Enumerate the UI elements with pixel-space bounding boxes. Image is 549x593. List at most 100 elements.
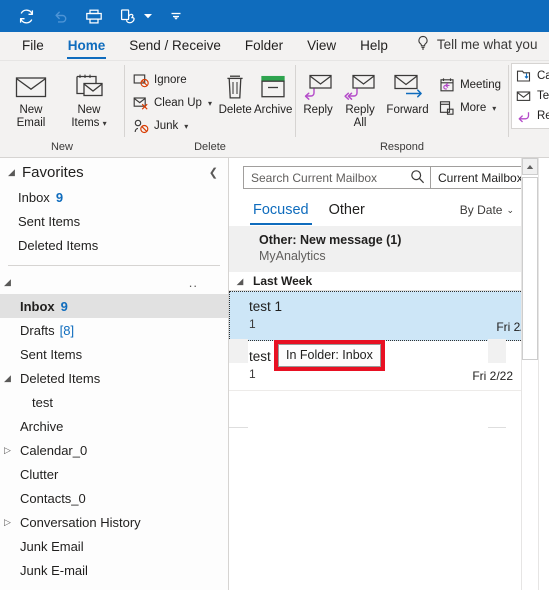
scrollbar-thumb[interactable] [522, 177, 538, 360]
more-caret-icon[interactable]: ▾ [492, 104, 496, 113]
junk-button[interactable]: Junk ▾ [127, 115, 217, 137]
tab-help[interactable]: Help [348, 34, 400, 60]
placeholder-block-left [229, 339, 248, 363]
sort-by-date-label: By Date [459, 203, 503, 217]
ribbon-group-quick-steps-label [511, 140, 547, 157]
deleted-items-expander-icon[interactable]: ◢ [4, 373, 18, 384]
new-items-caret-icon[interactable]: ▾ [100, 119, 107, 128]
group-header-label: Last Week [253, 274, 313, 288]
scroll-up-button[interactable] [522, 158, 538, 175]
new-email-label-1: New [19, 104, 43, 116]
touch-mode-icon[interactable] [118, 6, 138, 26]
favorite-item-deleted-items[interactable]: Deleted Items [0, 233, 228, 257]
reading-pane-edge [538, 158, 549, 590]
ribbon: New Email New Items ▾ New Ignore Clean U… [0, 61, 549, 158]
print-icon[interactable] [84, 6, 104, 26]
sidebar-sent-items-label: Sent Items [20, 346, 83, 362]
tell-me-search[interactable]: Tell me what you [400, 32, 537, 60]
tab-focused[interactable]: Focused [246, 200, 316, 226]
conversation-history-expander-icon[interactable]: ▷ [4, 517, 18, 528]
tab-home[interactable]: Home [56, 34, 118, 60]
message-list-pane: Search Current Mailbox Current Mailbox ▾… [229, 158, 549, 590]
main-area: ◢ Favorites ❮ Inbox 9 Sent Items Deleted… [0, 158, 549, 590]
sidebar-item-junk-e-mail[interactable]: Junk E-mail [0, 558, 228, 582]
meeting-button[interactable]: Meeting [433, 74, 506, 96]
favorite-item-inbox[interactable]: Inbox 9 [0, 185, 228, 209]
reply-button[interactable]: Reply [298, 66, 338, 117]
favorites-title: Favorites [22, 164, 84, 181]
quick-steps-gallery: Ca Te [511, 63, 549, 129]
message-list-scrollbar[interactable] [521, 158, 538, 590]
delete-small-buttons: Ignore Clean Up ▾ Junk ▾ [127, 66, 217, 137]
account-overflow-icon[interactable]: .. [189, 275, 198, 290]
new-items-label-1: New [77, 104, 101, 116]
tab-other[interactable]: Other [322, 200, 372, 226]
table-row[interactable]: test 1 1 Fri 2/22 [229, 291, 549, 341]
sidebar-item-clutter[interactable]: Clutter [0, 462, 228, 486]
clean-up-caret-icon[interactable]: ▾ [208, 99, 212, 108]
new-items-button[interactable]: New Items ▾ [60, 66, 118, 130]
tab-file[interactable]: File [10, 34, 56, 60]
undo-icon[interactable] [50, 6, 70, 26]
archive-button[interactable]: Archive [253, 66, 293, 117]
folder-pane: ◢ Favorites ❮ Inbox 9 Sent Items Deleted… [0, 158, 229, 590]
notice-subtitle: MyAnalytics [259, 249, 326, 263]
sidebar-item-contacts-0[interactable]: Contacts_0 [0, 486, 228, 510]
ribbon-group-delete-label: Delete [194, 141, 226, 153]
ribbon-group-new: New Email New Items ▾ New [0, 61, 124, 157]
sidebar-drafts-count: [8] [59, 322, 75, 338]
quick-step-team-email-label: Te [537, 90, 549, 102]
sidebar-inbox-count: 9 [60, 298, 68, 314]
sidebar-item-junk-email[interactable]: Junk Email [0, 534, 228, 558]
sort-by-date-button[interactable]: By Date ⌄ [460, 203, 514, 217]
calendar-0-expander-icon[interactable]: ▷ [4, 445, 18, 456]
quick-step-reply-delete-button[interactable]: Re [512, 106, 549, 126]
clean-up-button[interactable]: Clean Up ▾ [127, 92, 217, 114]
sidebar-item-deleted-items[interactable]: ◢ Deleted Items [0, 366, 228, 390]
tab-send-receive[interactable]: Send / Receive [117, 34, 233, 60]
send-receive-all-icon[interactable] [16, 6, 36, 26]
sidebar-test-label: test [32, 394, 53, 410]
account-row[interactable]: ◢ .. [0, 270, 228, 294]
group-header-last-week[interactable]: ◢ Last Week [229, 272, 549, 291]
ignore-button[interactable]: Ignore [127, 69, 217, 91]
touch-mode-caret-icon[interactable] [143, 6, 152, 26]
sidebar-item-inbox[interactable]: Inbox 9 [0, 294, 228, 318]
more-button[interactable]: More ▾ [433, 97, 506, 119]
search-icon[interactable] [410, 169, 425, 187]
sidebar-item-drafts[interactable]: Drafts [8] [0, 318, 228, 342]
search-input[interactable]: Search Current Mailbox [243, 166, 431, 189]
delete-label: Delete [218, 104, 252, 116]
quick-step-team-email-button[interactable]: Te [512, 86, 549, 106]
other-new-message-notice[interactable]: Other: New message (1) MyAnalytics [229, 226, 549, 272]
reply-all-button[interactable]: Reply All [338, 66, 382, 130]
sidebar-item-conversation-history[interactable]: ▷ Conversation History [0, 510, 228, 534]
collapse-folder-pane-button[interactable]: ❮ [209, 166, 218, 179]
tab-view[interactable]: View [295, 34, 348, 60]
favorites-header[interactable]: ◢ Favorites [0, 158, 228, 185]
sidebar-item-test[interactable]: test [0, 390, 228, 414]
meeting-icon [438, 77, 455, 94]
sidebar-item-calendar-0[interactable]: ▷ Calendar_0 [0, 438, 228, 462]
sidebar-archive-label: Archive [20, 418, 64, 434]
placeholder-line-right [488, 427, 506, 428]
sidebar-item-archive[interactable]: Archive [0, 414, 228, 438]
sidebar-deleted-items-label: Deleted Items [20, 370, 101, 386]
respond-small-buttons: Meeting More ▾ [433, 66, 506, 119]
sidebar-item-sent-items[interactable]: Sent Items [0, 342, 228, 366]
reply-icon [303, 70, 333, 104]
new-email-button[interactable]: New Email [2, 66, 60, 130]
quick-step-move-to-button[interactable]: Ca [512, 66, 549, 86]
favorite-sent-items-label: Sent Items [18, 213, 81, 229]
focused-other-tabs: Focused Other By Date ⌄ ↑ [229, 194, 549, 226]
customize-quick-access-icon[interactable] [166, 6, 186, 26]
tab-folder[interactable]: Folder [233, 34, 295, 60]
group-expand-triangle-icon: ◢ [237, 276, 244, 286]
ribbon-group-quick-steps: Ca Te [509, 61, 549, 157]
new-email-label-2: Email [16, 117, 46, 129]
favorite-inbox-label: Inbox [18, 189, 50, 205]
favorite-item-sent-items[interactable]: Sent Items [0, 209, 228, 233]
junk-caret-icon[interactable]: ▾ [184, 122, 188, 131]
delete-button[interactable]: Delete [217, 66, 253, 117]
forward-button[interactable]: Forward [382, 66, 433, 117]
